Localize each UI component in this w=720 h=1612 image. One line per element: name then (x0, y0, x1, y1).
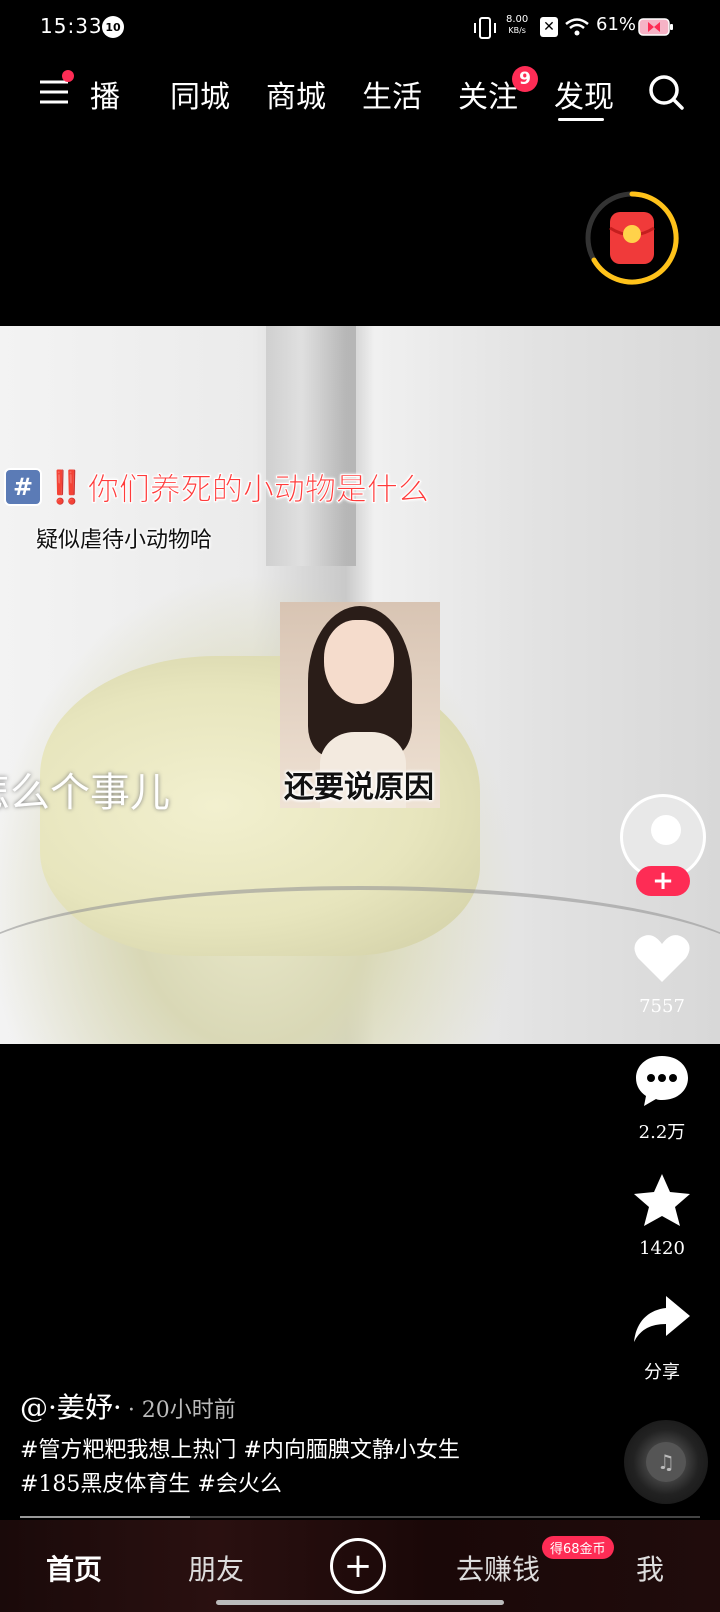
like-count: 7557 (639, 996, 685, 1017)
battery-icon (638, 18, 673, 36)
tab-local[interactable]: 同城 (170, 72, 230, 115)
create-post-button[interactable]: + (330, 1538, 386, 1594)
follow-button[interactable]: + (636, 866, 690, 896)
x-notification-icon: ✕ (540, 17, 558, 37)
side-caption: 怎么个事儿 (0, 770, 170, 816)
menu-notification-dot (62, 70, 74, 82)
bottom-tab-friends[interactable]: 朋友 (188, 1548, 244, 1588)
sticker-face (324, 620, 394, 704)
author-name[interactable]: @·姜妤· (20, 1391, 122, 1424)
bottom-tab-me[interactable]: 我 (636, 1548, 664, 1588)
video-progress-fill (20, 1516, 190, 1518)
tab-life[interactable]: 生活 (362, 72, 422, 115)
net-speed: 8.00 KB/s (506, 14, 528, 36)
author-line: @·姜妤· · 20小时前 (20, 1386, 236, 1426)
comment-count: 2.2万 (638, 1122, 686, 1143)
bottom-tab-earn[interactable]: 去赚钱 (456, 1548, 540, 1588)
home-indicator[interactable] (216, 1600, 504, 1605)
favorite-count: 1420 (639, 1238, 685, 1259)
battery-percent: 61% (596, 14, 637, 35)
tab-discover[interactable]: 发现 (554, 72, 614, 115)
hashtag-icon: # (4, 467, 42, 506)
post-description[interactable]: #管方粑粑我想上热门 #内向腼腆文静小女生 #185黑皮体育生 #会火么 (20, 1434, 510, 1502)
status-time: 15:33 (40, 14, 103, 38)
avatar-placeholder-icon (651, 815, 681, 845)
sub-caption: 疑似虐待小动物哈 (36, 528, 213, 553)
comment-icon[interactable] (632, 1052, 692, 1108)
hashtag-text: 你们养死的小动物是什么 (87, 472, 429, 509)
wifi-icon (565, 18, 589, 36)
sticker-caption: 还要说原因 (284, 770, 434, 805)
net-speed-unit: KB/s (508, 26, 526, 35)
vibrate-icon (474, 17, 496, 39)
share-label: 分享 (644, 1362, 680, 1383)
search-icon[interactable] (646, 72, 686, 112)
music-note-icon: ♫ (646, 1442, 686, 1482)
video-bowl (0, 886, 720, 1044)
status-bar: 15:33 10 8.00 KB/s ✕ 61% (0, 0, 720, 56)
video-background (266, 326, 356, 566)
music-disc[interactable]: ♫ (624, 1420, 708, 1504)
hashtag-caption: # ‼️ 你们养死的小动物是什么 (4, 464, 429, 509)
red-packet-icon[interactable] (584, 190, 680, 286)
coin-reward-badge: 得68金币 (542, 1536, 614, 1559)
tab-live[interactable]: 播 (90, 72, 138, 112)
share-icon[interactable] (632, 1292, 692, 1348)
net-speed-value: 8.00 (506, 14, 529, 25)
post-time: · 20小时前 (127, 1398, 236, 1423)
tab-mall[interactable]: 商城 (266, 72, 326, 115)
active-tab-indicator (558, 118, 604, 121)
follow-count-badge: 9 (512, 66, 538, 92)
heart-icon[interactable] (632, 930, 692, 986)
exclamation-icon: ‼️ (46, 467, 86, 506)
tab-follow[interactable]: 关注 (458, 72, 518, 115)
notification-badge: 10 (102, 16, 124, 38)
bottom-tab-home[interactable]: 首页 (46, 1548, 102, 1588)
star-icon[interactable] (632, 1172, 692, 1228)
